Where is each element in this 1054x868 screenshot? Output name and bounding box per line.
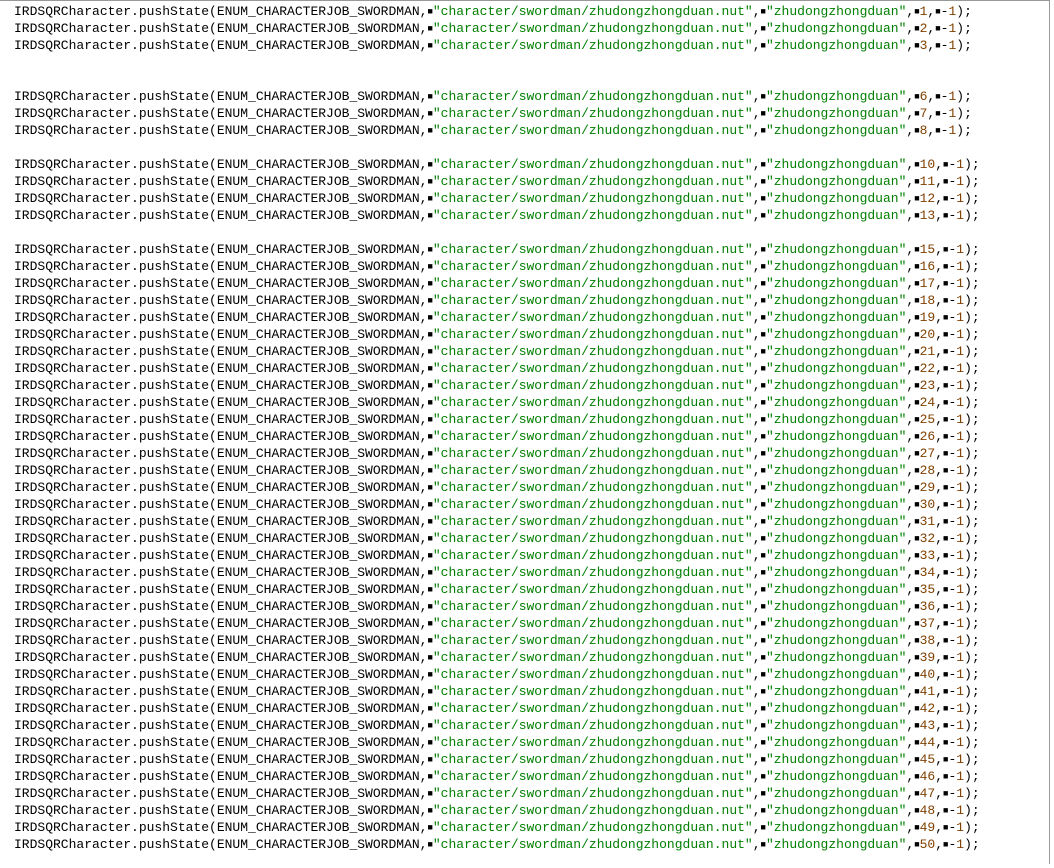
code-line[interactable]: IRDSQRCharacter.pushState(ENUM_CHARACTER… [0, 343, 1049, 360]
code-line[interactable]: IRDSQRCharacter.pushState(ENUM_CHARACTER… [0, 428, 1049, 445]
code-line[interactable]: IRDSQRCharacter.pushState(ENUM_CHARACTER… [0, 37, 1049, 54]
blank-line [0, 54, 1049, 71]
code-line[interactable]: IRDSQRCharacter.pushState(ENUM_CHARACTER… [0, 649, 1049, 666]
code-line[interactable]: IRDSQRCharacter.pushState(ENUM_CHARACTER… [0, 105, 1049, 122]
code-line[interactable]: IRDSQRCharacter.pushState(ENUM_CHARACTER… [0, 615, 1049, 632]
code-line[interactable]: IRDSQRCharacter.pushState(ENUM_CHARACTER… [0, 564, 1049, 581]
code-line[interactable]: IRDSQRCharacter.pushState(ENUM_CHARACTER… [0, 819, 1049, 836]
code-line[interactable]: IRDSQRCharacter.pushState(ENUM_CHARACTER… [0, 292, 1049, 309]
code-line[interactable]: IRDSQRCharacter.pushState(ENUM_CHARACTER… [0, 598, 1049, 615]
code-line[interactable]: IRDSQRCharacter.pushState(ENUM_CHARACTER… [0, 530, 1049, 547]
code-line[interactable]: IRDSQRCharacter.pushState(ENUM_CHARACTER… [0, 547, 1049, 564]
code-editor-viewport[interactable]: IRDSQRCharacter.pushState(ENUM_CHARACTER… [0, 0, 1050, 864]
code-line[interactable]: IRDSQRCharacter.pushState(ENUM_CHARACTER… [0, 411, 1049, 428]
code-line[interactable]: IRDSQRCharacter.pushState(ENUM_CHARACTER… [0, 156, 1049, 173]
code-text-region[interactable]: IRDSQRCharacter.pushState(ENUM_CHARACTER… [0, 1, 1049, 853]
code-line[interactable]: IRDSQRCharacter.pushState(ENUM_CHARACTER… [0, 462, 1049, 479]
code-line[interactable]: IRDSQRCharacter.pushState(ENUM_CHARACTER… [0, 717, 1049, 734]
code-line[interactable]: IRDSQRCharacter.pushState(ENUM_CHARACTER… [0, 309, 1049, 326]
code-line[interactable]: IRDSQRCharacter.pushState(ENUM_CHARACTER… [0, 700, 1049, 717]
code-line[interactable]: IRDSQRCharacter.pushState(ENUM_CHARACTER… [0, 394, 1049, 411]
blank-line [0, 139, 1049, 156]
code-line[interactable]: IRDSQRCharacter.pushState(ENUM_CHARACTER… [0, 581, 1049, 598]
code-line[interactable]: IRDSQRCharacter.pushState(ENUM_CHARACTER… [0, 666, 1049, 683]
blank-line [0, 71, 1049, 88]
blank-line [0, 224, 1049, 241]
code-line[interactable]: IRDSQRCharacter.pushState(ENUM_CHARACTER… [0, 768, 1049, 785]
code-line[interactable]: IRDSQRCharacter.pushState(ENUM_CHARACTER… [0, 275, 1049, 292]
code-line[interactable]: IRDSQRCharacter.pushState(ENUM_CHARACTER… [0, 190, 1049, 207]
code-line[interactable]: IRDSQRCharacter.pushState(ENUM_CHARACTER… [0, 122, 1049, 139]
code-line[interactable]: IRDSQRCharacter.pushState(ENUM_CHARACTER… [0, 785, 1049, 802]
code-line[interactable]: IRDSQRCharacter.pushState(ENUM_CHARACTER… [0, 632, 1049, 649]
code-line[interactable]: IRDSQRCharacter.pushState(ENUM_CHARACTER… [0, 734, 1049, 751]
code-line[interactable]: IRDSQRCharacter.pushState(ENUM_CHARACTER… [0, 496, 1049, 513]
code-line[interactable]: IRDSQRCharacter.pushState(ENUM_CHARACTER… [0, 207, 1049, 224]
code-line[interactable]: IRDSQRCharacter.pushState(ENUM_CHARACTER… [0, 445, 1049, 462]
code-line[interactable]: IRDSQRCharacter.pushState(ENUM_CHARACTER… [0, 88, 1049, 105]
code-line[interactable]: IRDSQRCharacter.pushState(ENUM_CHARACTER… [0, 479, 1049, 496]
code-line[interactable]: IRDSQRCharacter.pushState(ENUM_CHARACTER… [0, 3, 1049, 20]
code-line[interactable]: IRDSQRCharacter.pushState(ENUM_CHARACTER… [0, 326, 1049, 343]
code-line[interactable]: IRDSQRCharacter.pushState(ENUM_CHARACTER… [0, 836, 1049, 853]
code-line[interactable]: IRDSQRCharacter.pushState(ENUM_CHARACTER… [0, 513, 1049, 530]
code-line[interactable]: IRDSQRCharacter.pushState(ENUM_CHARACTER… [0, 751, 1049, 768]
code-line[interactable]: IRDSQRCharacter.pushState(ENUM_CHARACTER… [0, 241, 1049, 258]
code-line[interactable]: IRDSQRCharacter.pushState(ENUM_CHARACTER… [0, 377, 1049, 394]
code-line[interactable]: IRDSQRCharacter.pushState(ENUM_CHARACTER… [0, 802, 1049, 819]
code-line[interactable]: IRDSQRCharacter.pushState(ENUM_CHARACTER… [0, 683, 1049, 700]
code-line[interactable]: IRDSQRCharacter.pushState(ENUM_CHARACTER… [0, 360, 1049, 377]
code-line[interactable]: IRDSQRCharacter.pushState(ENUM_CHARACTER… [0, 258, 1049, 275]
code-line[interactable]: IRDSQRCharacter.pushState(ENUM_CHARACTER… [0, 173, 1049, 190]
code-line[interactable]: IRDSQRCharacter.pushState(ENUM_CHARACTER… [0, 20, 1049, 37]
